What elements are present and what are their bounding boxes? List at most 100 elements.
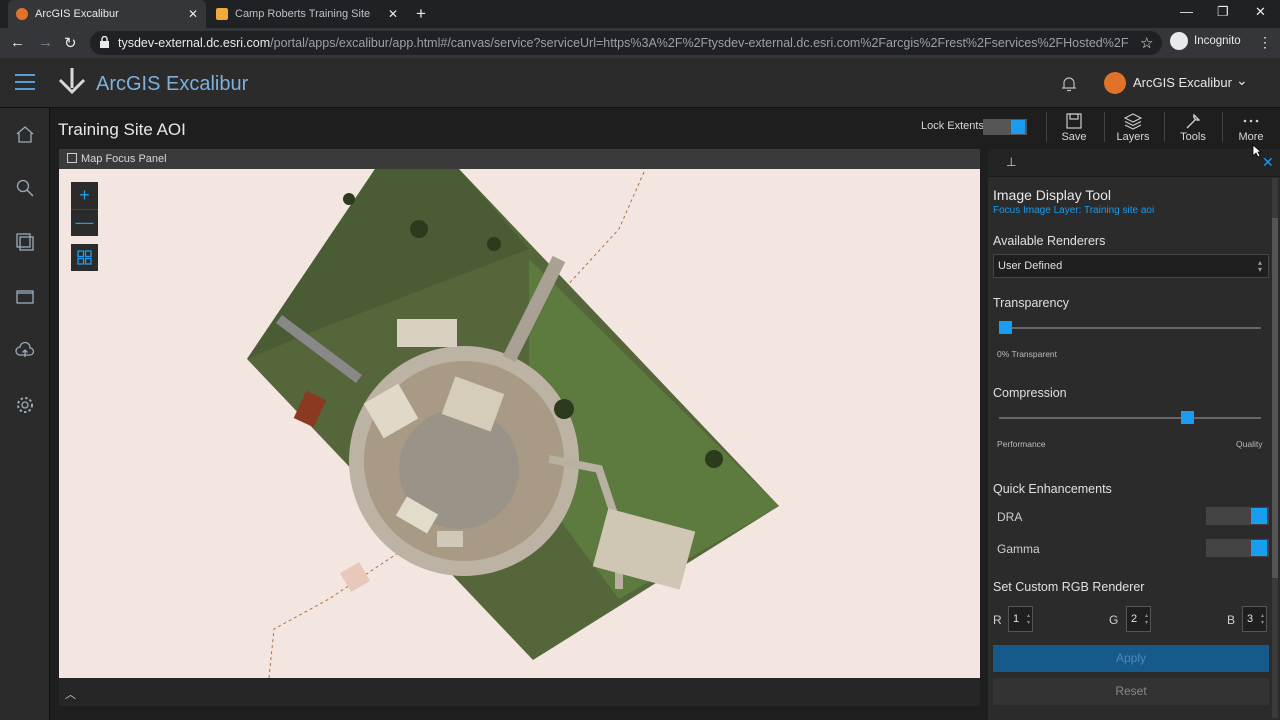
focus-layer-link[interactable]: Focus Image Layer: Training site aoi: [993, 205, 1154, 216]
chevron-up-icon[interactable]: ︿: [65, 686, 76, 702]
basemap-grid-icon: [77, 250, 92, 265]
camp-roberts-favicon-icon: [216, 8, 228, 20]
image-catalog-icon[interactable]: [15, 232, 35, 252]
pin-icon[interactable]: ⊥: [1006, 155, 1016, 169]
transparency-slider-track[interactable]: [999, 327, 1261, 329]
more-button[interactable]: More: [1223, 110, 1279, 146]
cloud-upload-icon[interactable]: [15, 340, 35, 360]
lock-extents-label: Lock Extents: [921, 120, 984, 132]
map-panel-title: Map Focus Panel: [81, 153, 167, 165]
gamma-toggle[interactable]: [1206, 539, 1269, 557]
renderer-select[interactable]: User Defined ▴ ▾: [993, 254, 1269, 278]
close-tab-icon[interactable]: ✕: [388, 7, 398, 21]
renderer-value: User Defined: [998, 260, 1063, 272]
close-panel-icon[interactable]: ✕: [1262, 154, 1274, 171]
forward-arrow-icon[interactable]: →: [38, 34, 53, 51]
save-label: Save: [1061, 131, 1087, 143]
tab-title: Camp Roberts Training Site: [235, 8, 371, 20]
reset-button[interactable]: Reset: [993, 678, 1269, 705]
tab-camp-roberts[interactable]: Camp Roberts Training Site ✕: [208, 0, 406, 28]
tools-label: Tools: [1180, 131, 1206, 143]
account-avatar[interactable]: [1104, 72, 1126, 94]
tools-button[interactable]: Tools: [1165, 110, 1221, 146]
maximize-icon[interactable]: ❐: [1217, 4, 1229, 20]
settings-gear-icon[interactable]: [15, 395, 35, 415]
lock-icon: [100, 36, 109, 48]
layers-icon: [1124, 113, 1142, 130]
quick-enhancements-label: Quick Enhancements: [993, 482, 1112, 496]
tab-arcgis-excalibur[interactable]: ArcGIS Excalibur ✕: [8, 0, 206, 28]
left-nav-rail: [0, 108, 50, 720]
more-label: More: [1238, 131, 1264, 143]
transparency-slider-thumb[interactable]: [999, 321, 1012, 334]
compression-slider-track[interactable]: [999, 417, 1261, 419]
custom-rgb-label: Set Custom RGB Renderer: [993, 580, 1145, 594]
dra-toggle[interactable]: [1206, 507, 1269, 525]
address-bar-row: ← → ↻ tysdev-external.dc.esri.com/portal…: [0, 28, 1280, 58]
layers-label: Layers: [1116, 131, 1150, 143]
mouse-cursor-icon: [1252, 144, 1262, 158]
map-panel-header: [59, 149, 980, 169]
close-tab-icon[interactable]: ✕: [188, 7, 198, 21]
notification-bell-icon[interactable]: [1060, 75, 1078, 93]
page-title: Training Site AOI: [58, 120, 186, 139]
tab-title: ArcGIS Excalibur: [35, 8, 119, 20]
compression-min-label: Performance: [997, 439, 1046, 449]
url-text: tysdev-external.dc.esri.com/portal/apps/…: [118, 36, 1128, 50]
bookmark-star-icon[interactable]: ☆: [1140, 34, 1153, 52]
renderers-label: Available Renderers: [993, 234, 1106, 248]
stepper-icon[interactable]: ▴ ▾: [1027, 613, 1030, 627]
account-name[interactable]: ArcGIS Excalibur: [1133, 75, 1232, 90]
zoom-in-button[interactable]: +: [71, 182, 98, 209]
stepper-icon[interactable]: ▴ ▾: [1145, 613, 1148, 627]
hamburger-menu-icon[interactable]: [15, 74, 35, 90]
layers-button[interactable]: Layers: [1105, 110, 1161, 146]
tool-panel-scrollbar[interactable]: [1272, 178, 1278, 718]
home-icon[interactable]: [15, 124, 35, 144]
b-band-input[interactable]: 3 ▴ ▾: [1242, 606, 1267, 632]
map-panel-footer: [59, 678, 980, 706]
app-header: ArcGIS Excalibur ArcGIS Excalibur ⌄: [0, 58, 1280, 108]
r-label: R: [993, 613, 1002, 627]
browser-tab-bar: ArcGIS Excalibur ✕ Camp Roberts Training…: [0, 0, 1280, 28]
g-band-input[interactable]: 2 ▴ ▾: [1126, 606, 1151, 632]
map-canvas[interactable]: [59, 169, 980, 678]
search-icon[interactable]: [15, 178, 35, 198]
transparency-value-text: 0% Transparent: [997, 349, 1058, 359]
basemap-gallery-button[interactable]: [71, 244, 98, 271]
incognito-indicator[interactable]: Incognito: [1170, 32, 1241, 50]
transparency-label: Transparency: [993, 296, 1069, 310]
incognito-icon: [1170, 32, 1188, 50]
new-tab-icon[interactable]: +: [416, 4, 426, 24]
save-floppy-icon: [1066, 113, 1082, 129]
tools-wrench-icon: [1186, 113, 1201, 129]
g-label: G: [1109, 613, 1119, 627]
compression-label: Compression: [993, 386, 1067, 400]
back-arrow-icon[interactable]: ←: [10, 34, 25, 51]
r-band-input[interactable]: 1 ▴ ▾: [1008, 606, 1033, 632]
b-label: B: [1227, 613, 1236, 627]
folder-icon[interactable]: [15, 286, 35, 306]
minimize-icon[interactable]: —: [1180, 4, 1193, 19]
dra-label: DRA: [997, 510, 1023, 524]
stepper-icon[interactable]: ▴ ▾: [1261, 613, 1264, 627]
compression-slider-thumb[interactable]: [1180, 411, 1194, 424]
browser-menu-icon[interactable]: ⋮: [1258, 34, 1272, 51]
more-dots-icon: [1243, 119, 1259, 123]
select-arrows-icon: ▴ ▾: [1257, 258, 1262, 274]
panel-expand-icon[interactable]: [67, 153, 77, 163]
zoom-out-button[interactable]: —: [71, 209, 98, 236]
save-button[interactable]: Save: [1046, 110, 1102, 146]
chevron-down-icon[interactable]: ⌄: [1236, 72, 1248, 89]
reload-icon[interactable]: ↻: [64, 34, 77, 52]
app-title[interactable]: ArcGIS Excalibur: [96, 73, 248, 96]
url-field[interactable]: tysdev-external.dc.esri.com/portal/apps/…: [90, 31, 1162, 55]
lock-extents-toggle[interactable]: [983, 119, 1027, 135]
map-image-layer: [247, 169, 779, 678]
compression-max-label: Quality: [1236, 439, 1263, 449]
g-band-value: 2: [1131, 613, 1138, 625]
close-window-icon[interactable]: ✕: [1255, 4, 1266, 20]
incognito-label: Incognito: [1194, 35, 1241, 47]
excalibur-logo-icon: [58, 68, 86, 95]
apply-button[interactable]: Apply: [993, 645, 1269, 672]
